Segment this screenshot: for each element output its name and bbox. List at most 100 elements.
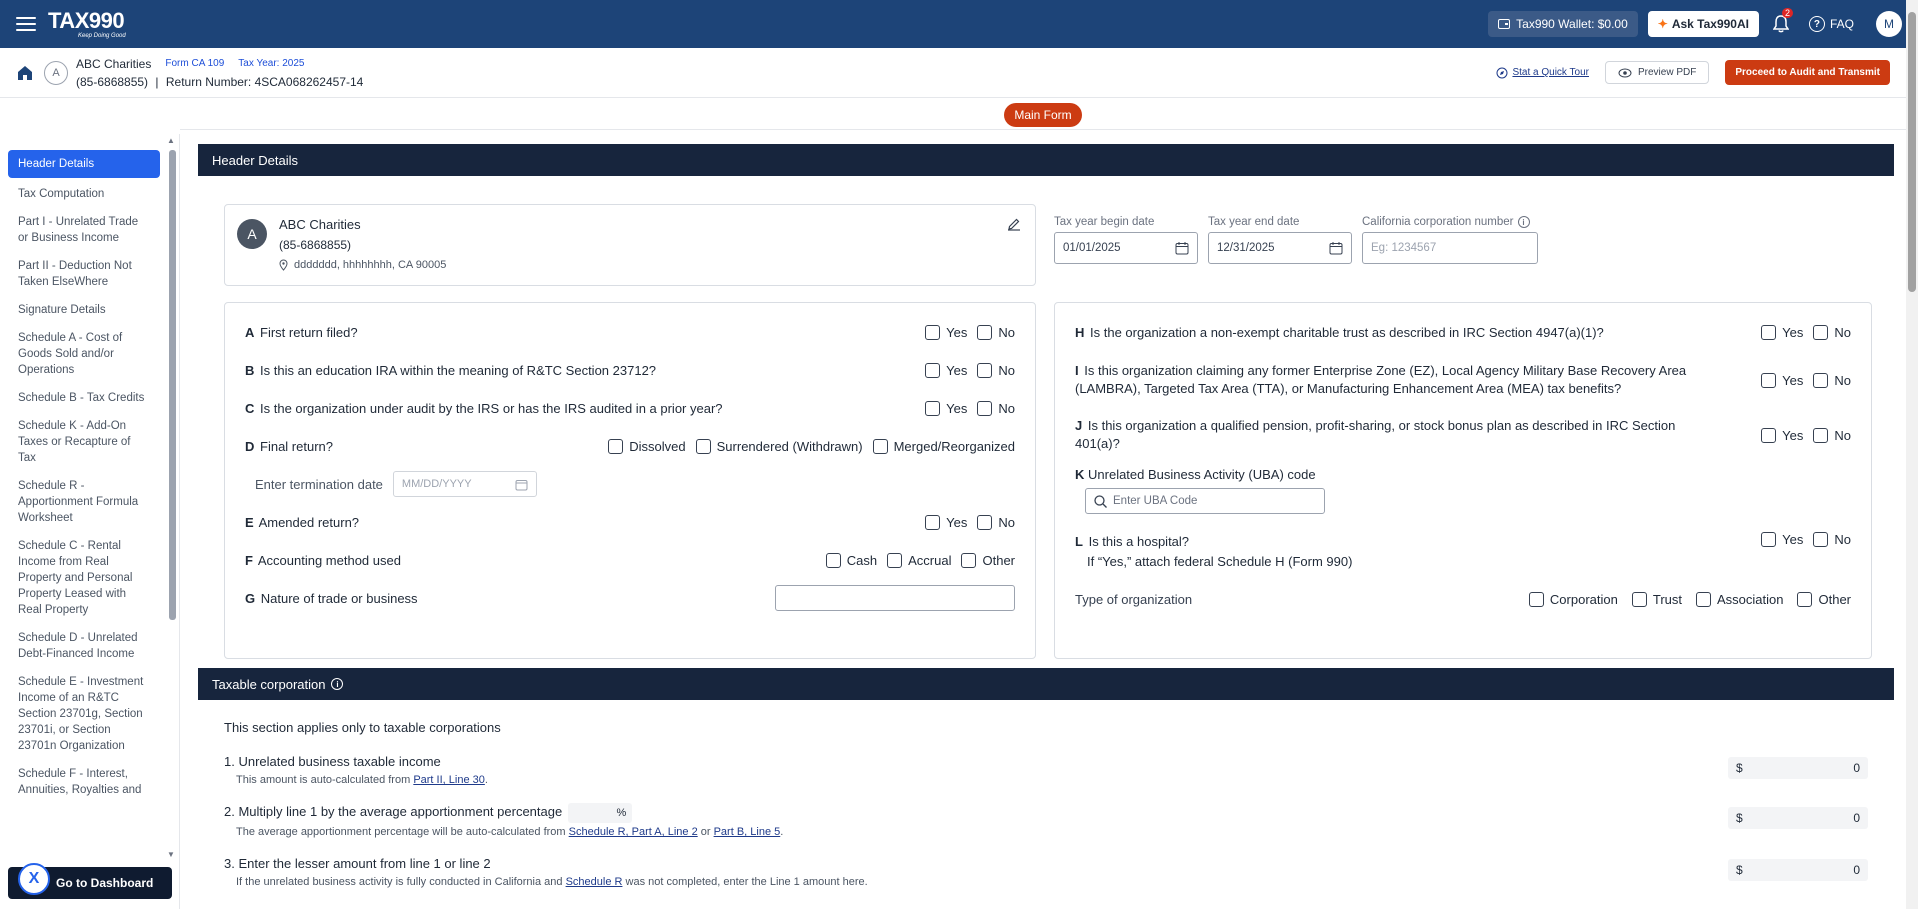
taxable-line-3: 3. Enter the lesser amount from line 1 o…: [224, 855, 1868, 891]
dissolved-checkbox[interactable]: Dissolved: [608, 438, 686, 454]
sidebar-item-tax-computation[interactable]: Tax Computation: [8, 180, 160, 208]
ask-ai-label: Ask Tax990AI: [1671, 17, 1749, 31]
uba-code-input[interactable]: Enter UBA Code: [1085, 488, 1325, 514]
end-date-input[interactable]: 12/31/2025: [1208, 232, 1352, 264]
page-scrollbar[interactable]: [1906, 0, 1918, 909]
calendar-icon[interactable]: [515, 478, 528, 491]
schedule-r-part-a-link[interactable]: Schedule R, Part A, Line 2: [569, 826, 698, 838]
yes-checkbox[interactable]: Yes: [1761, 532, 1803, 547]
sidebar-item-schedule-k-add-on-taxes-or-recapture-of-[interactable]: Schedule K - Add-On Taxes or Recapture o…: [8, 412, 160, 472]
association-checkbox[interactable]: Association: [1696, 591, 1783, 607]
question-letter: C: [245, 400, 255, 416]
notifications-button[interactable]: 2: [1769, 8, 1793, 36]
sidebar-item-part-ii-deduction-not-taken-elsewhere[interactable]: Part II - Deduction Not Taken ElseWhere: [8, 252, 160, 296]
yes-label: Yes: [946, 324, 968, 340]
question-letter: G: [245, 590, 256, 606]
begin-date-input[interactable]: 01/01/2025: [1054, 232, 1198, 264]
info-icon[interactable]: i: [1517, 216, 1530, 228]
taxable-line-2: 2. Multiply line 1 by the average apport…: [224, 803, 1868, 841]
wallet-button[interactable]: Tax990 Wallet: $0.00: [1488, 11, 1638, 37]
line-label: 1. Unrelated business taxable income: [224, 754, 441, 769]
no-checkbox[interactable]: No: [977, 362, 1015, 378]
sidebar-item-schedule-c-rental-income-from-real-prope[interactable]: Schedule C - Rental Income from Real Pro…: [8, 532, 160, 624]
main-form-tab[interactable]: Main Form: [1004, 102, 1082, 127]
sidebar-item-signature-details[interactable]: Signature Details: [8, 296, 160, 324]
line-3-amount[interactable]: $0: [1728, 859, 1868, 881]
other-checkbox[interactable]: Other: [961, 552, 1015, 568]
chat-assistant-icon[interactable]: X: [18, 863, 50, 895]
edit-icon[interactable]: [1007, 217, 1021, 231]
question-letter: H: [1075, 324, 1085, 340]
termination-date-input[interactable]: MM/DD/YYYY: [392, 471, 537, 497]
user-avatar[interactable]: M: [1876, 11, 1902, 37]
no-checkbox[interactable]: No: [977, 400, 1015, 416]
yes-checkbox[interactable]: Yes: [925, 514, 967, 530]
scroll-down-icon[interactable]: ▼: [167, 850, 175, 859]
calendar-icon[interactable]: [1329, 241, 1343, 255]
no-checkbox[interactable]: No: [1813, 427, 1851, 443]
currency-symbol: $: [1736, 761, 1743, 775]
taxable-intro: This section applies only to taxable cor…: [224, 720, 501, 735]
sidebar-item-header-details[interactable]: Header Details: [8, 150, 160, 178]
no-checkbox[interactable]: No: [1813, 372, 1851, 388]
sidebar-item-schedule-r-apportionment-formula-workshe[interactable]: Schedule R - Apportionment Formula Works…: [8, 472, 160, 532]
apportionment-percent-input[interactable]: %: [568, 803, 633, 823]
other-type-checkbox[interactable]: Other: [1797, 591, 1851, 607]
yes-label: Yes: [946, 400, 968, 416]
schedule-r-link[interactable]: Schedule R: [566, 876, 623, 888]
cash-checkbox[interactable]: Cash: [825, 552, 877, 568]
accrual-checkbox[interactable]: Accrual: [887, 552, 951, 568]
page-scroll-thumb[interactable]: [1908, 12, 1916, 292]
part-b-line-5-link[interactable]: Part B, Line 5: [714, 826, 781, 838]
sidebar-item-schedule-a-cost-of-goods-sold-and-or-ope[interactable]: Schedule A - Cost of Goods Sold and/or O…: [8, 324, 160, 384]
faq-link[interactable]: ? FAQ: [1808, 16, 1854, 32]
org-name: ABC Charities: [76, 56, 152, 71]
home-icon[interactable]: [16, 64, 34, 82]
line-1-amount[interactable]: $0: [1728, 757, 1868, 779]
question-text: Is this a hospital?: [1088, 534, 1190, 549]
preview-pdf-button[interactable]: Preview PDF: [1604, 61, 1710, 84]
line-2-amount[interactable]: $0: [1728, 807, 1868, 829]
no-checkbox[interactable]: No: [1813, 532, 1851, 547]
scroll-up-icon[interactable]: ▲: [167, 136, 175, 145]
sidebar-item-schedule-f-interest-annuities-royalties-[interactable]: Schedule F - Interest, Annuities, Royalt…: [8, 760, 160, 804]
trust-checkbox[interactable]: Trust: [1631, 591, 1682, 607]
corp-number-input[interactable]: Eg: 1234567: [1362, 232, 1538, 264]
yes-checkbox[interactable]: Yes: [925, 324, 968, 340]
org-card-name: ABC Charities: [279, 217, 361, 232]
ask-ai-button[interactable]: ✦ Ask Tax990AI: [1647, 11, 1759, 37]
logo[interactable]: TAX990 Keep Doing Good: [48, 9, 126, 39]
corporation-checkbox[interactable]: Corporation: [1528, 591, 1618, 607]
yes-checkbox[interactable]: Yes: [925, 362, 967, 378]
yes-checkbox[interactable]: Yes: [925, 400, 968, 416]
sidebar-item-schedule-e-investment-income-of-an-r-tc-[interactable]: Schedule E - Investment Income of an R&T…: [8, 668, 160, 760]
question-text: Final return?: [260, 438, 333, 454]
surrendered-label: Surrendered (Withdrawn): [716, 438, 863, 454]
sidebar-scroll-thumb[interactable]: [169, 150, 176, 620]
question-text: Nature of trade or business: [260, 590, 418, 606]
question-letter: L: [1075, 534, 1083, 549]
sidebar-item-schedule-d-unrelated-debt-financed-incom[interactable]: Schedule D - Unrelated Debt-Financed Inc…: [8, 624, 160, 668]
quick-tour-link[interactable]: Stat a Quick Tour: [1496, 67, 1589, 79]
no-label: No: [998, 514, 1015, 530]
no-checkbox[interactable]: No: [977, 324, 1015, 340]
yes-checkbox[interactable]: Yes: [1761, 324, 1803, 340]
merged-checkbox[interactable]: Merged/Reorganized: [872, 438, 1015, 454]
surrendered-checkbox[interactable]: Surrendered (Withdrawn): [695, 438, 863, 454]
sidebar-item-part-i-unrelated-trade-or-business-incom[interactable]: Part I - Unrelated Trade or Business Inc…: [8, 208, 160, 252]
yes-checkbox[interactable]: Yes: [1761, 427, 1803, 443]
sidebar-scrollbar[interactable]: ▲ ▼: [167, 134, 177, 894]
yes-checkbox[interactable]: Yes: [1761, 372, 1803, 388]
no-checkbox[interactable]: No: [1813, 324, 1851, 340]
info-icon[interactable]: i: [331, 678, 344, 690]
part-ii-line-30-link[interactable]: Part II, Line 30: [413, 774, 485, 786]
return-header: A ABC Charities Form CA 109 Tax Year: 20…: [0, 48, 1906, 98]
nature-of-business-input[interactable]: [775, 585, 1015, 611]
proceed-button[interactable]: Proceed to Audit and Transmit: [1725, 60, 1890, 85]
menu-icon[interactable]: [16, 17, 36, 31]
no-checkbox[interactable]: No: [977, 514, 1015, 530]
question-letter: K: [1075, 467, 1085, 482]
calendar-icon[interactable]: [1175, 241, 1189, 255]
or-text: or: [700, 826, 711, 838]
sidebar-item-schedule-b-tax-credits[interactable]: Schedule B - Tax Credits: [8, 384, 160, 412]
